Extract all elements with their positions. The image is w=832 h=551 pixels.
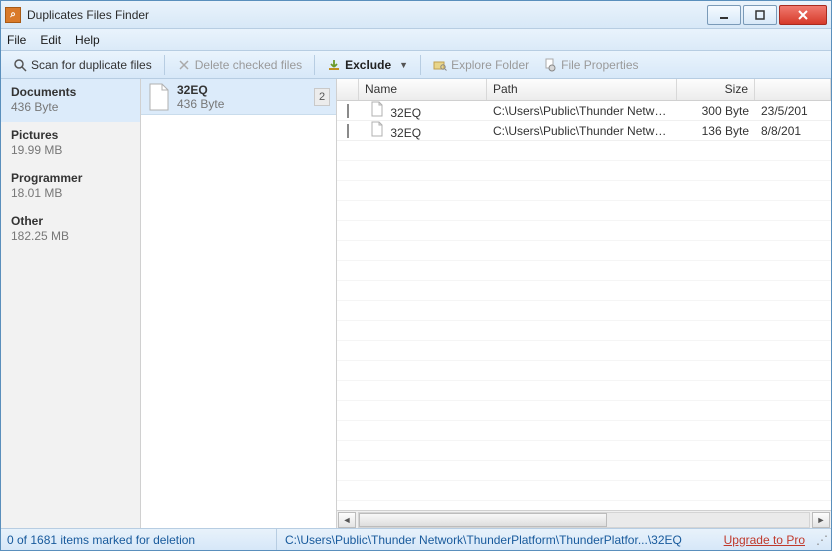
properties-button[interactable]: File Properties <box>537 56 644 74</box>
category-title: Other <box>11 214 130 228</box>
file-icon <box>370 121 384 137</box>
search-icon <box>13 58 27 72</box>
close-button[interactable] <box>779 5 827 25</box>
file-icon <box>370 101 384 117</box>
maximize-button[interactable] <box>743 5 777 25</box>
horizontal-scrollbar[interactable]: ◄ ► <box>337 510 831 528</box>
titlebar: ⌕ Duplicates Files Finder <box>1 1 831 29</box>
scan-button[interactable]: Scan for duplicate files <box>7 56 158 74</box>
menu-edit[interactable]: Edit <box>40 33 61 47</box>
sidebar-item-documents[interactable]: Documents 436 Byte <box>1 79 140 122</box>
window-title: Duplicates Files Finder <box>27 8 707 22</box>
row-date: 23/5/201 <box>755 104 831 118</box>
category-size: 436 Byte <box>11 100 130 114</box>
delete-button[interactable]: Delete checked files <box>171 56 308 74</box>
row-checkbox[interactable] <box>347 104 349 118</box>
scroll-track[interactable] <box>358 512 810 528</box>
table-row[interactable]: 32EQ C:\Users\Public\Thunder Netwo... 13… <box>337 121 831 141</box>
row-checkbox[interactable] <box>347 124 349 138</box>
group-text: 32EQ 436 Byte <box>177 83 314 111</box>
category-title: Programmer <box>11 171 130 185</box>
table-row[interactable]: 32EQ C:\Users\Public\Thunder Netwo... 30… <box>337 101 831 121</box>
toolbar-separator <box>420 55 421 75</box>
window-controls <box>707 5 827 25</box>
category-size: 18.01 MB <box>11 186 130 200</box>
app-window: ⌕ Duplicates Files Finder File Edit Help… <box>0 0 832 551</box>
sidebar-item-other[interactable]: Other 182.25 MB <box>1 208 140 251</box>
toolbar-separator <box>314 55 315 75</box>
menu-help[interactable]: Help <box>75 33 100 47</box>
file-icon <box>147 83 171 111</box>
column-date[interactable] <box>755 79 831 100</box>
menu-file[interactable]: File <box>7 33 26 47</box>
scan-label: Scan for duplicate files <box>31 58 152 72</box>
delete-icon <box>177 58 191 72</box>
app-icon: ⌕ <box>5 7 21 23</box>
content-area: Documents 436 Byte Pictures 19.99 MB Pro… <box>1 79 831 528</box>
exclude-button[interactable]: Exclude ▼ <box>321 56 414 74</box>
row-name: 32EQ <box>390 106 421 120</box>
status-selection-count: 0 of 1681 items marked for deletion <box>7 529 277 550</box>
column-name[interactable]: Name <box>359 79 487 100</box>
exclude-icon <box>327 58 341 72</box>
grid-header: Name Path Size <box>337 79 831 101</box>
toolbar-separator <box>164 55 165 75</box>
group-count-badge: 2 <box>314 88 330 106</box>
row-name: 32EQ <box>390 126 421 140</box>
sidebar-item-pictures[interactable]: Pictures 19.99 MB <box>1 122 140 165</box>
explore-label: Explore Folder <box>451 58 529 72</box>
minimize-button[interactable] <box>707 5 741 25</box>
row-date: 8/8/201 <box>755 124 831 138</box>
grid-body: 32EQ C:\Users\Public\Thunder Netwo... 30… <box>337 101 831 510</box>
upgrade-link[interactable]: Upgrade to Pro <box>718 533 811 547</box>
duplicate-group-item[interactable]: 32EQ 436 Byte 2 <box>141 79 336 115</box>
category-size: 19.99 MB <box>11 143 130 157</box>
row-path: C:\Users\Public\Thunder Netwo... <box>487 124 677 138</box>
status-path: C:\Users\Public\Thunder Network\ThunderP… <box>277 533 718 547</box>
folder-search-icon <box>433 58 447 72</box>
column-checkbox[interactable] <box>337 79 359 100</box>
column-size[interactable]: Size <box>677 79 755 100</box>
category-sidebar: Documents 436 Byte Pictures 19.99 MB Pro… <box>1 79 141 528</box>
category-size: 182.25 MB <box>11 229 130 243</box>
menubar: File Edit Help <box>1 29 831 51</box>
resize-grip[interactable]: ⋰ <box>811 533 825 547</box>
column-path[interactable]: Path <box>487 79 677 100</box>
properties-icon <box>543 58 557 72</box>
duplicate-group-list: 32EQ 436 Byte 2 <box>141 79 337 528</box>
scroll-right-button[interactable]: ► <box>812 512 830 528</box>
properties-label: File Properties <box>561 58 638 72</box>
file-grid: Name Path Size 32EQ C:\Users\Public\Thun… <box>337 79 831 528</box>
category-title: Documents <box>11 85 130 99</box>
sidebar-item-programmer[interactable]: Programmer 18.01 MB <box>1 165 140 208</box>
statusbar: 0 of 1681 items marked for deletion C:\U… <box>1 528 831 550</box>
delete-label: Delete checked files <box>195 58 302 72</box>
group-size: 436 Byte <box>177 97 314 111</box>
scroll-left-button[interactable]: ◄ <box>338 512 356 528</box>
toolbar: Scan for duplicate files Delete checked … <box>1 51 831 79</box>
scroll-thumb[interactable] <box>359 513 607 527</box>
row-path: C:\Users\Public\Thunder Netwo... <box>487 104 677 118</box>
row-size: 136 Byte <box>677 124 755 138</box>
category-title: Pictures <box>11 128 130 142</box>
dropdown-arrow-icon[interactable]: ▼ <box>399 60 408 70</box>
exclude-label: Exclude <box>345 58 391 72</box>
group-title: 32EQ <box>177 83 314 97</box>
row-size: 300 Byte <box>677 104 755 118</box>
explore-button[interactable]: Explore Folder <box>427 56 535 74</box>
